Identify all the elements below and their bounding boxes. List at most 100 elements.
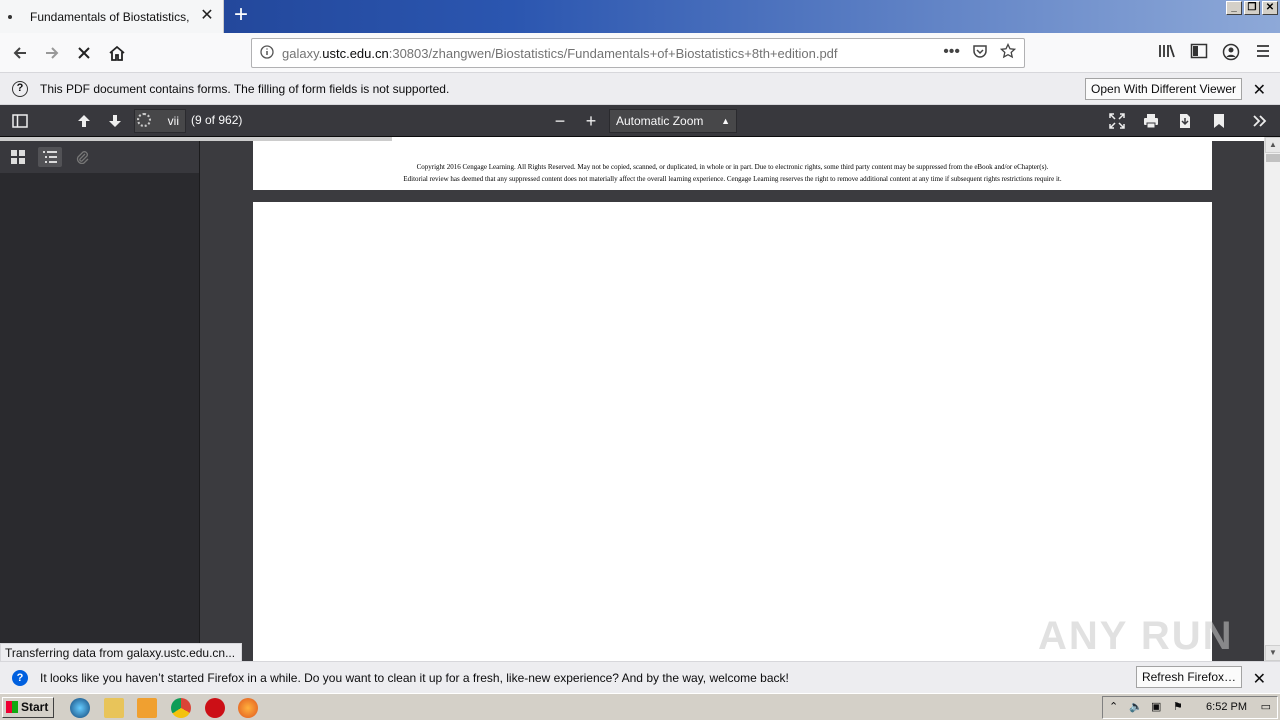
thumbnails-button[interactable] <box>6 147 30 167</box>
print-button[interactable] <box>1139 109 1163 133</box>
open-different-viewer-button[interactable]: Open With Different Viewer <box>1085 78 1242 100</box>
restore-button[interactable]: ❐ <box>1244 1 1260 15</box>
minimize-button[interactable]: _ <box>1226 1 1242 15</box>
arrow-up-icon <box>78 115 90 127</box>
scroll-down-arrow[interactable]: ▼ <box>1265 645 1280 661</box>
zoom-select-value: Automatic Zoom <box>616 114 704 128</box>
start-label: Start <box>21 700 49 714</box>
show-desktop-icon[interactable]: ▭ <box>1261 697 1271 718</box>
scroll-up-arrow[interactable]: ▲ <box>1265 137 1280 153</box>
firefox-icon[interactable] <box>238 698 258 718</box>
vertical-scrollbar[interactable]: ▲ ▼ <box>1264 137 1280 661</box>
chevron-updown-icon: ▲ <box>721 116 730 126</box>
new-tab-button[interactable]: + <box>228 3 254 29</box>
address-bar[interactable]: galaxy.ustc.edu.cn:30803/zhangwen/Biosta… <box>251 38 1025 68</box>
refresh-firefox-button[interactable]: Refresh Firefox… <box>1135 666 1242 688</box>
forward-arrow-icon <box>46 47 59 59</box>
tray-chevron-icon[interactable]: ⌃ <box>1109 697 1118 718</box>
copyright-line-2: Editorial review has deemed that any sup… <box>403 175 1062 183</box>
infobar-message: This PDF document contains forms. The fi… <box>40 81 450 96</box>
pdf-page-blank <box>253 202 1212 661</box>
scroll-thumb[interactable] <box>1266 154 1280 162</box>
sidebar-tools <box>0 141 199 173</box>
toggle-sidebar-button[interactable] <box>8 109 32 133</box>
zoom-select[interactable]: Automatic Zoom ▲ <box>609 109 737 133</box>
tab-title: Fundamentals of Biostatistics, 8th <box>30 9 192 24</box>
window-close-button[interactable]: ✕ <box>1262 1 1278 15</box>
browser-tab[interactable]: Fundamentals of Biostatistics, 8th ✕ <box>0 0 224 33</box>
pdf-sidebar <box>0 141 200 643</box>
account-icon[interactable] <box>1222 43 1240 66</box>
opera-icon[interactable] <box>205 698 225 718</box>
url-text: galaxy.ustc.edu.cn:30803/zhangwen/Biosta… <box>282 46 838 61</box>
url-actions: ••• <box>943 42 1017 64</box>
notification-message: It looks like you haven’t started Firefo… <box>40 670 789 685</box>
pdf-toolbar: vii (9 of 962) − + Automatic Zoom ▲ <box>0 105 1280 137</box>
notification-close-button[interactable]: ✕ <box>1253 669 1266 689</box>
internet-explorer-icon[interactable] <box>70 698 90 718</box>
copyright-notice: Copyright 2016 Cengage Learning. All Rig… <box>253 161 1212 185</box>
sidebar-toggle-icon[interactable] <box>1190 43 1208 66</box>
stop-button[interactable] <box>70 39 98 67</box>
tab-close-button[interactable]: ✕ <box>199 8 215 24</box>
page-count: (9 of 962) <box>191 113 243 127</box>
forward-button[interactable] <box>38 39 66 67</box>
loading-spinner-icon <box>137 113 151 127</box>
site-info-icon[interactable] <box>252 44 282 62</box>
toolbar-right <box>1158 43 1272 66</box>
previous-page-button[interactable] <box>72 109 96 133</box>
bookmark-icon <box>1214 114 1224 128</box>
pocket-icon[interactable] <box>972 43 988 64</box>
back-button[interactable] <box>6 39 34 67</box>
home-button[interactable] <box>103 39 131 67</box>
copyright-line-1: Copyright 2016 Cengage Learning. All Rig… <box>416 163 1049 171</box>
clock[interactable]: 6:52 PM <box>1206 697 1247 718</box>
page-actions-icon[interactable]: ••• <box>943 43 960 64</box>
folder-icon[interactable] <box>104 698 124 718</box>
home-icon <box>109 45 125 61</box>
media-player-icon[interactable] <box>137 698 157 718</box>
tab-loading-icon <box>8 14 12 19</box>
outline-button[interactable] <box>38 147 62 167</box>
presentation-mode-button[interactable] <box>1105 109 1129 133</box>
question-icon: ? <box>12 80 28 97</box>
firefox-refresh-notification: ? It looks like you haven’t started Fire… <box>0 661 1280 693</box>
download-icon <box>1180 114 1190 128</box>
start-button[interactable]: Start <box>2 697 54 718</box>
navigation-bar: galaxy.ustc.edu.cn:30803/zhangwen/Biosta… <box>0 33 1280 73</box>
stop-icon <box>78 47 90 59</box>
library-icon[interactable] <box>1158 43 1176 66</box>
tools-button[interactable] <box>1248 109 1272 133</box>
url-host-prefix: galaxy. <box>282 45 323 61</box>
chrome-icon[interactable] <box>171 698 191 718</box>
url-host: ustc.edu.cn <box>322 45 389 61</box>
bookmark-button[interactable] <box>1207 109 1231 133</box>
system-tray: ⌃ 🔈 ▣ ⚑ 6:52 PM ▭ <box>1102 696 1278 719</box>
list-icon <box>43 151 57 163</box>
menu-icon[interactable] <box>1254 43 1272 66</box>
grid-icon <box>11 150 25 164</box>
download-button[interactable] <box>1173 109 1197 133</box>
bookmark-star-icon[interactable] <box>999 42 1017 64</box>
url-path: :30803/zhangwen/Biostatistics/Fundamenta… <box>388 45 838 61</box>
help-icon: ? <box>12 669 28 686</box>
zoom-out-button[interactable]: − <box>548 109 572 133</box>
network-icon[interactable]: ▣ <box>1151 697 1161 718</box>
back-arrow-icon <box>13 47 26 59</box>
flag-icon[interactable]: ⚑ <box>1173 697 1183 718</box>
volume-icon[interactable]: 🔈 <box>1129 697 1143 718</box>
arrow-down-icon <box>109 115 121 127</box>
pdf-forms-infobar: ? This PDF document contains forms. The … <box>0 73 1280 105</box>
windows-taskbar: Start ⌃ 🔈 ▣ ⚑ 6:52 PM ▭ <box>0 693 1280 720</box>
next-page-button[interactable] <box>103 109 127 133</box>
zoom-in-button[interactable]: + <box>579 109 603 133</box>
print-icon <box>1144 114 1158 129</box>
windows-logo-icon <box>6 701 18 713</box>
attachments-button[interactable] <box>70 147 94 167</box>
double-chevron-right-icon <box>1253 115 1267 127</box>
pdf-viewer[interactable]: Copyright 2016 Cengage Learning. All Rig… <box>200 141 1264 661</box>
anyrun-watermark: ANY RUN <box>1038 614 1234 658</box>
paperclip-icon <box>76 151 89 164</box>
infobar-close-button[interactable]: ✕ <box>1253 80 1266 100</box>
status-text: Transferring data from galaxy.ustc.edu.c… <box>0 643 242 663</box>
